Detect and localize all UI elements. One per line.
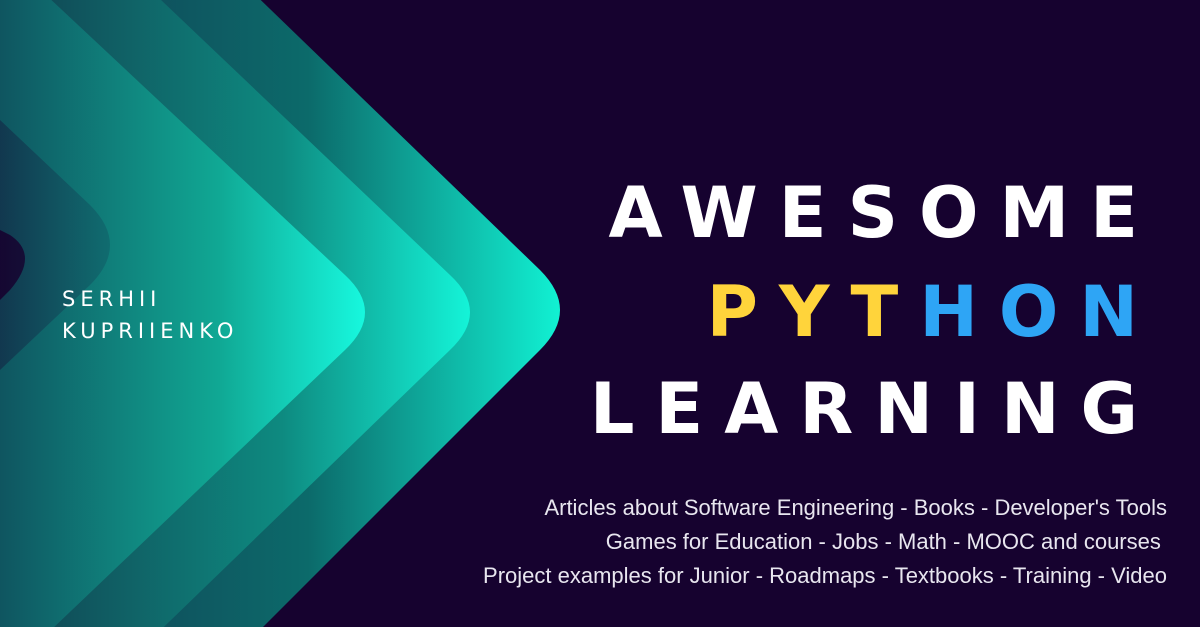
title-line-python: PYTHON bbox=[707, 277, 1159, 347]
title-line-awesome: AWESOME bbox=[608, 172, 1159, 254]
author-first-name: SERHII bbox=[62, 287, 162, 311]
tagline-line-1: Articles about Software Engineering - Bo… bbox=[544, 495, 1167, 520]
title-line-learning: LEARNING bbox=[589, 368, 1159, 450]
title-python-yellow-part: PYT bbox=[706, 271, 920, 353]
tagline-line-3: Project examples for Junior - Roadmaps -… bbox=[483, 563, 1167, 588]
banner: SERHII KUPRIIENKO AWESOME PYTHON LEARNIN… bbox=[0, 0, 1200, 627]
title-python-blue-part: HON bbox=[919, 271, 1159, 353]
tagline-line-2: Games for Education - Jobs - Math - MOOC… bbox=[605, 529, 1167, 554]
author-last-name: KUPRIIENKO bbox=[62, 319, 239, 343]
